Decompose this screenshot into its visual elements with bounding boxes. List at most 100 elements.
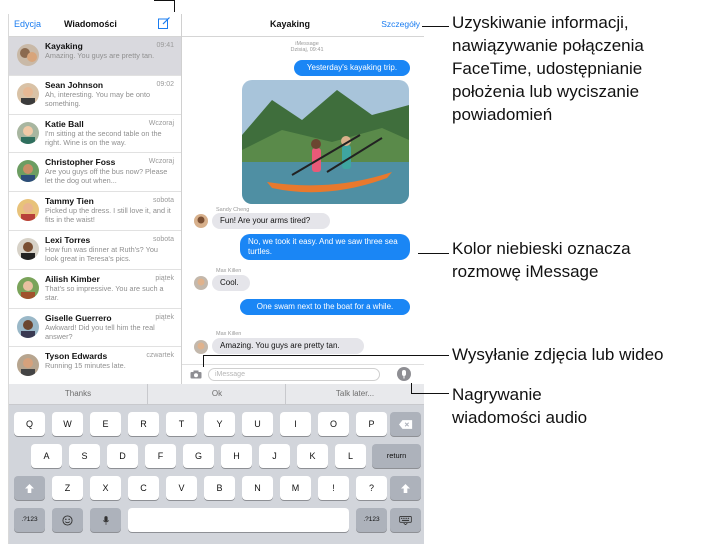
conversation-item[interactable]: Tyson Edwards czwartek Running 15 minute…: [9, 347, 181, 384]
conversation-item[interactable]: Tammy Tien sobota Picked up the dress. I…: [9, 192, 181, 231]
conversation-time: Wczoraj: [148, 119, 174, 127]
conversation-preview: How fun was dinner at Ruth's? You look g…: [45, 244, 158, 263]
sent-message-bubble[interactable]: One swam next to the boat for a while.: [240, 299, 410, 315]
conversation-item[interactable]: Sean Johnson 09:02 Ah, interesting. You …: [9, 76, 181, 115]
conversation-name: Giselle Guerrero: [45, 312, 112, 323]
chat-nav-bar: Kayaking Szczegóły: [182, 14, 424, 37]
key[interactable]: U: [242, 412, 273, 436]
sent-message-bubble[interactable]: No, we took it easy. And we saw three se…: [240, 234, 410, 260]
callout-line-info: [422, 26, 449, 27]
conversation-time: piątek: [155, 313, 174, 321]
details-button[interactable]: Szczegóły: [381, 19, 420, 29]
dictation-key[interactable]: [90, 508, 121, 532]
sender-name: Max Killen: [216, 268, 242, 274]
chat-title: Kayaking: [270, 19, 311, 29]
conversation-item[interactable]: Christopher Foss Wczoraj Are you guys of…: [9, 153, 181, 193]
key[interactable]: I: [280, 412, 311, 436]
quicktype-suggestion[interactable]: Talk later...: [285, 384, 424, 404]
conversation-time: sobota: [152, 197, 174, 205]
conversation-preview: Awkward! Did you tell him the real answe…: [45, 322, 155, 341]
key[interactable]: W: [52, 412, 83, 436]
conversation-item[interactable]: Lexi Torres sobota How fun was dinner at…: [9, 231, 181, 270]
conversation-name: Ailish Kimber: [45, 273, 100, 284]
key[interactable]: J: [259, 444, 290, 468]
key[interactable]: M: [280, 476, 311, 500]
conversation-item[interactable]: Kayaking 09:41 Amazing. You guys are pre…: [9, 37, 181, 76]
ipad-screen: Edycja Wiadomości Kayaking 09:41 Amazing…: [8, 14, 424, 544]
callout-line-photo: [203, 355, 449, 356]
key[interactable]: X: [90, 476, 121, 500]
key[interactable]: A: [31, 444, 62, 468]
conversation-preview: Amazing. You guys are pretty tan.: [45, 51, 155, 60]
key[interactable]: C: [128, 476, 159, 500]
microphone-icon[interactable]: [397, 367, 411, 381]
key[interactable]: F: [145, 444, 176, 468]
sender-avatar: [194, 214, 208, 228]
conversation-name: Lexi Torres: [45, 234, 91, 245]
quicktype-bar: Thanks Ok Talk later...: [9, 384, 424, 405]
key[interactable]: N: [242, 476, 273, 500]
quicktype-suggestion[interactable]: Thanks: [9, 384, 147, 404]
key[interactable]: P: [356, 412, 387, 436]
key[interactable]: ?: [356, 476, 387, 500]
message-input-bar: iMessage: [182, 364, 424, 385]
key[interactable]: S: [69, 444, 100, 468]
received-message-bubble[interactable]: Cool.: [212, 275, 250, 291]
kayak-photo[interactable]: [242, 80, 409, 204]
key[interactable]: L: [335, 444, 366, 468]
conversation-item[interactable]: Ailish Kimber piątek That's so impressiv…: [9, 270, 181, 309]
callout-photo: Wysyłanie zdjęcia lub wideo: [452, 345, 664, 364]
key[interactable]: K: [297, 444, 328, 468]
sent-message-bubble[interactable]: Yesterday's kayaking trip.: [294, 60, 410, 76]
edit-button[interactable]: Edycja: [14, 19, 41, 29]
key[interactable]: R: [128, 412, 159, 436]
key[interactable]: D: [107, 444, 138, 468]
delete-key[interactable]: [390, 412, 421, 436]
key[interactable]: Y: [204, 412, 235, 436]
conversation-item[interactable]: Katie Ball Wczoraj I'm sitting at the se…: [9, 115, 181, 154]
sidebar-title: Wiadomości: [64, 19, 117, 29]
backspace-icon: [398, 420, 412, 429]
sidebar-nav-bar: Edycja Wiadomości: [9, 14, 181, 37]
hide-keyboard-key[interactable]: [390, 508, 421, 532]
camera-icon[interactable]: [190, 370, 202, 379]
contact-avatar: [17, 121, 39, 144]
shift-key[interactable]: [14, 476, 45, 500]
callout-line-photo-v: [203, 355, 204, 367]
callout-line-blue: [418, 253, 449, 254]
compose-callout-line-h: [154, 0, 174, 1]
key[interactable]: O: [318, 412, 349, 436]
message-input[interactable]: iMessage: [208, 368, 380, 381]
key[interactable]: G: [183, 444, 214, 468]
conversation-name: Tyson Edwards: [45, 351, 108, 362]
key[interactable]: !: [318, 476, 349, 500]
key[interactable]: V: [166, 476, 197, 500]
contact-avatar: [17, 276, 39, 299]
key[interactable]: B: [204, 476, 235, 500]
return-key[interactable]: return: [372, 444, 421, 468]
key[interactable]: Z: [52, 476, 83, 500]
conversation-preview: Running 15 minutes late.: [45, 361, 126, 371]
numbers-key-right[interactable]: .?123: [356, 508, 387, 532]
key[interactable]: E: [90, 412, 121, 436]
conversation-preview: That's so impressive. You are such a sta…: [45, 283, 164, 302]
key[interactable]: H: [221, 444, 252, 468]
conversation-name: Sean Johnson: [45, 79, 104, 90]
numbers-key[interactable]: .?123: [14, 508, 45, 532]
emoji-icon: [62, 515, 73, 526]
space-key[interactable]: [128, 508, 349, 532]
emoji-key[interactable]: [52, 508, 83, 532]
microphone-icon: [102, 516, 109, 526]
sender-name: Max Killen: [216, 331, 242, 337]
callout-audio: Nagrywanie wiadomości audio: [452, 385, 588, 427]
received-message-bubble[interactable]: Amazing. You guys are pretty tan.: [212, 338, 364, 354]
key[interactable]: Q: [14, 412, 45, 436]
conversation-item[interactable]: Giselle Guerrero piątek Awkward! Did you…: [9, 309, 181, 348]
quicktype-suggestion[interactable]: Ok: [147, 384, 286, 404]
group-avatar: [17, 44, 39, 66]
chat-pane: Kayaking Szczegóły iMessage Dzisiaj, 09:…: [182, 14, 424, 384]
shift-key-right[interactable]: [390, 476, 421, 500]
key[interactable]: T: [166, 412, 197, 436]
compose-icon[interactable]: [157, 16, 171, 30]
received-message-bubble[interactable]: Fun! Are your arms tired?: [212, 213, 330, 229]
